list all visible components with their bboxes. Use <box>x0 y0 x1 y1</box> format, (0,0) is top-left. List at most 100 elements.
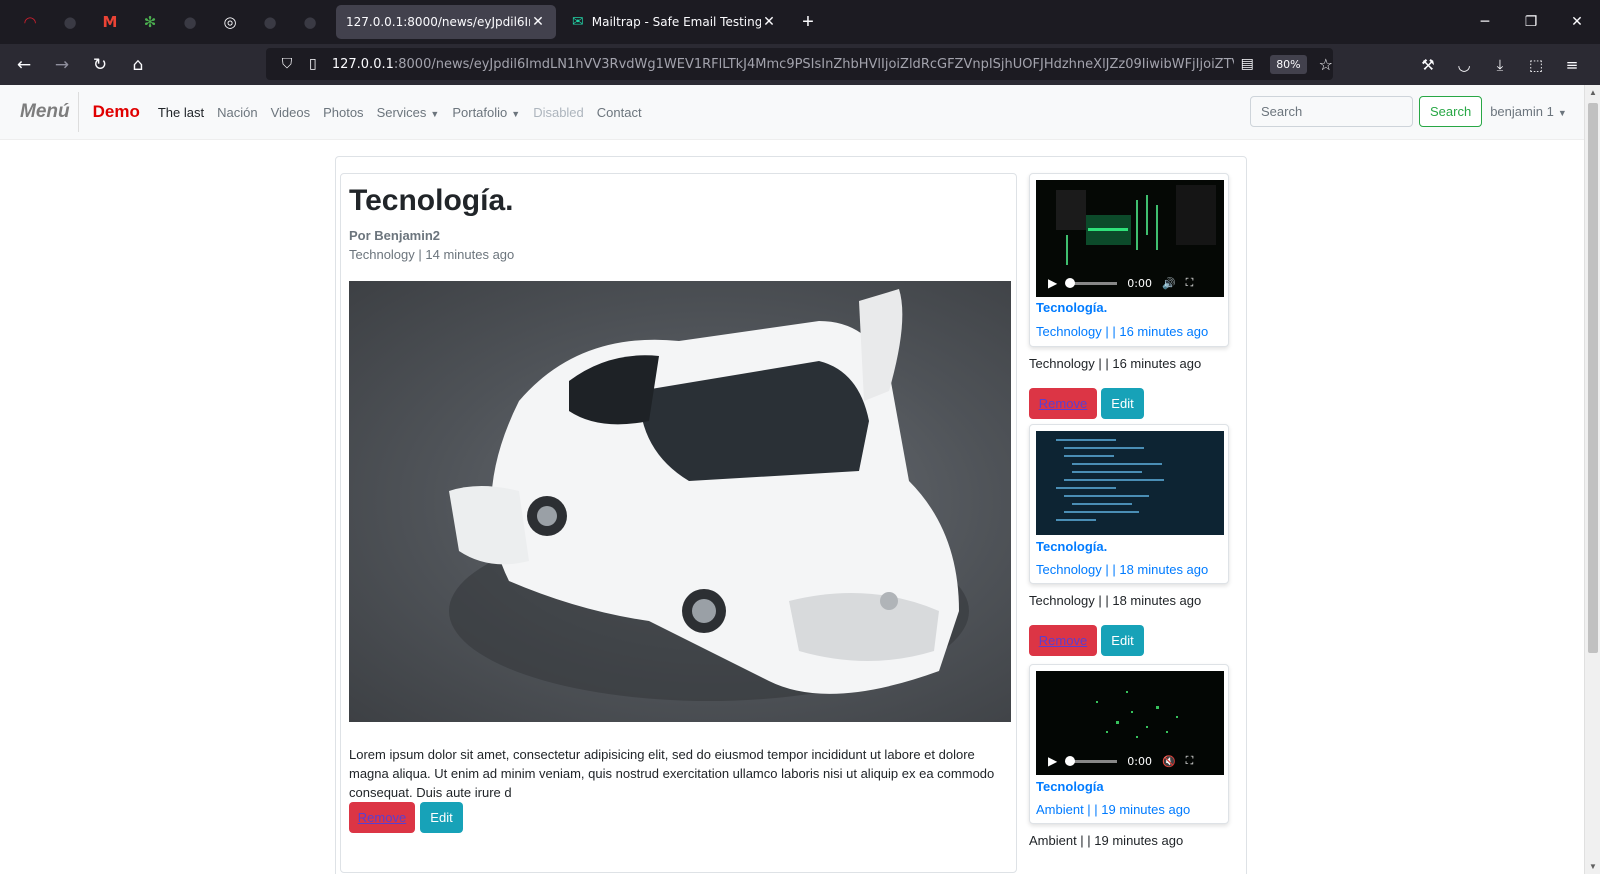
nav-services-label: Services <box>376 104 427 120</box>
nav-photos[interactable]: Photos <box>323 105 363 120</box>
download-icon[interactable]: ⤓ <box>1482 56 1518 74</box>
new-tab-button[interactable]: + <box>791 5 825 39</box>
edit-button[interactable]: Edit <box>1101 625 1144 656</box>
video-time: 0:00 <box>1127 754 1152 768</box>
forward-icon[interactable]: → <box>44 49 80 81</box>
car-illustration <box>449 289 969 701</box>
tracking-shield-icon[interactable]: ⛉ <box>274 56 300 72</box>
play-icon[interactable]: ▶ <box>1048 276 1057 290</box>
video-player[interactable]: ▶ 0:00 🔇 ⛶ <box>1036 671 1224 775</box>
card-title[interactable]: Tecnología. <box>1036 300 1107 315</box>
back-icon[interactable]: ← <box>6 49 42 81</box>
nav-services[interactable]: Services ▼ <box>377 105 440 120</box>
pinned-tab-github-icon-4[interactable]: ● <box>290 0 330 44</box>
nav-contact[interactable]: Contact <box>597 105 642 120</box>
remove-button[interactable]: Remove <box>1029 625 1097 656</box>
nav-portafolio-label: Portafolio <box>452 104 508 120</box>
wrench-icon[interactable]: ⚒ <box>1410 56 1446 74</box>
search-button[interactable]: Search <box>1419 96 1483 127</box>
scrollbar-thumb[interactable] <box>1588 103 1598 653</box>
sidebar-card[interactable]: ▶ 0:00 🔊 ⛶ Tecnología. Technology | | 16… <box>1029 173 1229 347</box>
video-time: 0:00 <box>1127 276 1152 290</box>
article-author: Por Benjamin2 <box>349 228 441 243</box>
seek-knob[interactable] <box>1065 277 1076 288</box>
reload-icon[interactable]: ↻ <box>82 49 118 81</box>
toolbar-right: ⚒ ◡ ⤓ ⬚ ≡ <box>1410 44 1590 85</box>
card-meta[interactable]: Ambient | | 19 minutes ago <box>1036 802 1190 817</box>
browser-toolbar: ← → ↻ ⌂ ⛉ ▯ 127.0.0.1:8000/news/eyJpdil6… <box>0 44 1600 85</box>
video-controls: ▶ 0:00 🔊 ⛶ <box>1036 269 1224 297</box>
article-card: Tecnología. Por Benjamin2 Technology | 1… <box>340 173 1017 873</box>
home-icon[interactable]: ⌂ <box>120 49 156 81</box>
volume-icon[interactable]: 🔊 <box>1162 277 1176 290</box>
page-scrollbar[interactable]: ▲ ▼ <box>1584 85 1600 874</box>
menu-icon[interactable]: ≡ <box>1554 56 1590 74</box>
remove-button[interactable]: Remove <box>349 802 415 833</box>
close-icon[interactable]: ✕ <box>761 14 777 30</box>
sidebar-card[interactable]: ▶ 0:00 🔇 ⛶ Tecnología Ambient | | 19 min… <box>1029 664 1229 824</box>
fullscreen-icon[interactable]: ⛶ <box>1186 276 1194 290</box>
seek-slider[interactable] <box>1065 755 1118 766</box>
video-controls: ▶ 0:00 🔇 ⛶ <box>1036 747 1224 775</box>
pinned-tab-github-icon-2[interactable]: ● <box>170 0 210 44</box>
card-title[interactable]: Tecnología. <box>1036 539 1107 554</box>
url-text[interactable]: 127.0.0.1:8000/news/eyJpdil6ImdLN1hVV3Rv… <box>332 57 1234 72</box>
edit-button[interactable]: Edit <box>420 802 463 833</box>
nav-portafolio[interactable]: Portafolio ▼ <box>452 105 520 120</box>
seek-slider[interactable] <box>1065 277 1118 288</box>
nav-nacion[interactable]: Nación <box>217 105 257 120</box>
sidebar-meta: Technology | | 16 minutes ago <box>1029 356 1202 371</box>
url-bar[interactable]: ⛉ ▯ 127.0.0.1:8000/news/eyJpdil6ImdLN1hV… <box>266 48 1333 80</box>
scroll-down-icon[interactable]: ▼ <box>1585 862 1600 871</box>
card-meta[interactable]: Technology | | 18 minutes ago <box>1036 562 1208 577</box>
reader-view-icon[interactable]: ▤ <box>1234 56 1260 72</box>
tab-mailtrap[interactable]: ✉ Mailtrap - Safe Email Testing ✕ <box>562 5 787 39</box>
tab-news[interactable]: 127.0.0.1:8000/news/eyJpdil6ImdLN ✕ <box>336 5 556 39</box>
tab-title: 127.0.0.1:8000/news/eyJpdil6ImdLN <box>346 15 530 29</box>
video-player[interactable]: ▶ 0:00 🔊 ⛶ <box>1036 180 1224 297</box>
close-window-icon[interactable]: ✕ <box>1554 0 1600 44</box>
pinned-tab-globe-icon[interactable]: ◎ <box>210 0 250 44</box>
search-input[interactable]: Search <box>1250 96 1413 127</box>
article-image <box>349 281 1011 722</box>
close-icon[interactable]: ✕ <box>530 14 546 30</box>
browser-tab-bar: ◠ ● M ✻ ● ◎ ● ● 127.0.0.1:8000/news/eyJp… <box>0 0 1600 44</box>
bookmark-star-icon[interactable]: ☆ <box>1319 55 1333 74</box>
user-menu[interactable]: benjamin 1 ▼ <box>1490 104 1567 119</box>
article-title: Tecnología. <box>349 184 514 217</box>
restore-icon[interactable]: ❐ <box>1508 0 1554 44</box>
pinned-tab-github-icon[interactable]: ● <box>50 0 90 44</box>
pinned-tab-speed-icon[interactable]: ◠ <box>10 0 50 44</box>
pinned-tab-gear-icon[interactable]: ✻ <box>130 0 170 44</box>
tab-title: Mailtrap - Safe Email Testing <box>591 15 761 29</box>
page-icon[interactable]: ▯ <box>300 56 326 72</box>
fullscreen-icon[interactable]: ⛶ <box>1186 754 1194 768</box>
url-rest: :8000/news/eyJpdil6ImdLN1hVV3RvdWg1WEV1R… <box>393 56 1235 72</box>
code-screen-image <box>1036 431 1224 535</box>
mute-icon[interactable]: 🔇 <box>1162 755 1176 768</box>
user-name: benjamin 1 <box>1490 104 1554 119</box>
brand-menu[interactable]: Menú <box>20 92 79 132</box>
nav-videos[interactable]: Videos <box>271 105 311 120</box>
brand-demo[interactable]: Demo <box>93 102 140 122</box>
article-body: Lorem ipsum dolor sit amet, consectetur … <box>349 747 995 800</box>
pocket-icon[interactable]: ◡ <box>1446 56 1482 74</box>
edit-button[interactable]: Edit <box>1101 388 1144 419</box>
article-meta: Technology | 14 minutes ago <box>349 247 515 262</box>
pinned-tabs: ◠ ● M ✻ ● ◎ ● ● <box>0 0 330 44</box>
search-form: Search Search benjamin 1 ▼ <box>1250 96 1567 127</box>
seek-knob[interactable] <box>1065 755 1076 766</box>
nav-the-last[interactable]: The last <box>158 105 204 120</box>
card-meta[interactable]: Technology | | 16 minutes ago <box>1036 324 1208 339</box>
card-title[interactable]: Tecnología <box>1036 779 1104 794</box>
sidebar-card[interactable]: Tecnología. Technology | | 18 minutes ag… <box>1029 424 1229 584</box>
extensions-icon[interactable]: ⬚ <box>1518 56 1554 74</box>
minimize-icon[interactable]: ─ <box>1462 0 1508 44</box>
site-navbar: Menú Demo The last Nación Videos Photos … <box>0 85 1584 140</box>
pinned-tab-github-icon-3[interactable]: ● <box>250 0 290 44</box>
play-icon[interactable]: ▶ <box>1048 754 1057 768</box>
remove-button[interactable]: Remove <box>1029 388 1097 419</box>
zoom-level[interactable]: 80% <box>1270 54 1307 74</box>
scroll-up-icon[interactable]: ▲ <box>1585 88 1600 97</box>
pinned-tab-gmail-icon[interactable]: M <box>90 0 130 44</box>
